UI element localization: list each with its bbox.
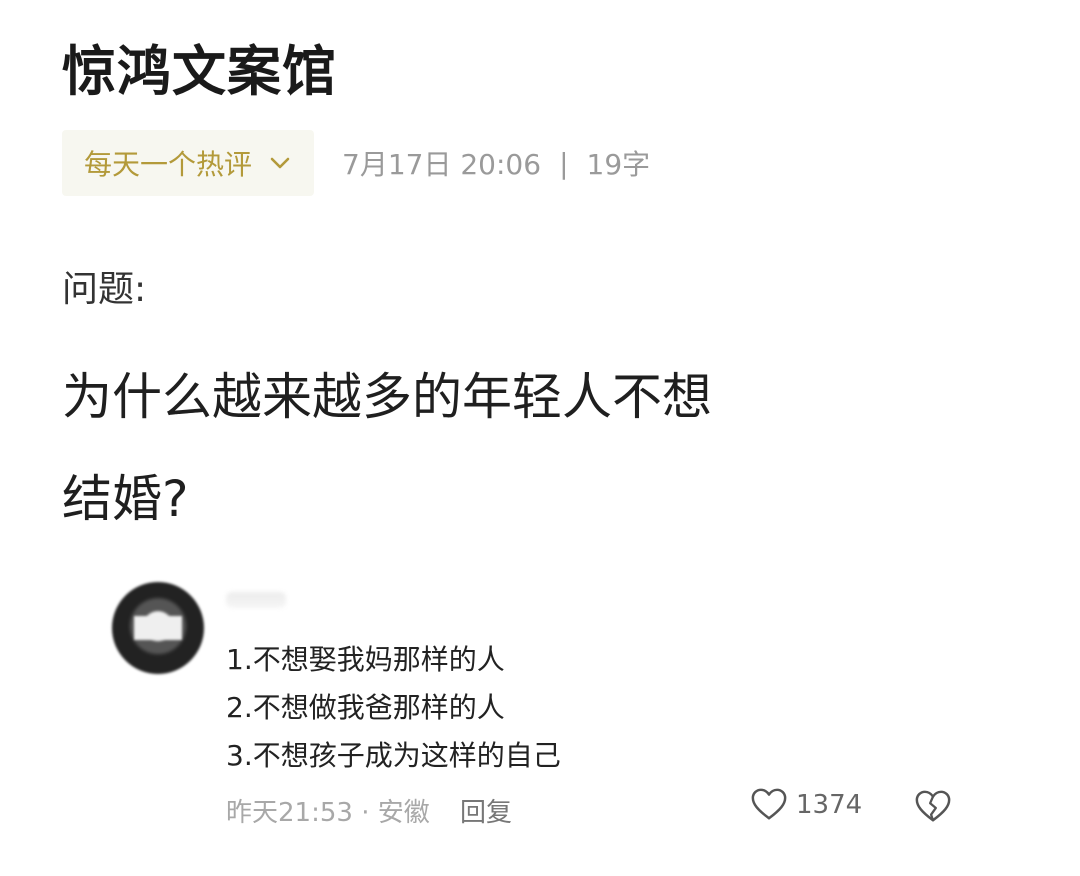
blurred-username[interactable] (226, 592, 286, 608)
comment-footer: 昨天21:53 · 安徽 回复 1374 (226, 786, 986, 830)
chevron-down-icon (270, 157, 290, 169)
post-info: 7月17日 20:06 | 19字 (342, 143, 650, 183)
reply-button[interactable]: 回复 (460, 792, 512, 829)
comment-line: 2.不想做我爸那样的人 (226, 691, 505, 724)
page-title: 惊鸿文案馆 (62, 40, 337, 103)
like-button[interactable]: 1374 (750, 786, 862, 824)
question-text: 为什么越来越多的年轻人不想 结婚? (62, 346, 862, 550)
like-count: 1374 (796, 790, 863, 820)
post-meta: 每天一个热评 7月17日 20:06 | 19字 (62, 130, 650, 196)
comment-line: 1.不想娶我妈那样的人 (226, 643, 505, 676)
comment-body: 1.不想娶我妈那样的人 2.不想做我爸那样的人 3.不想孩子成为这样的自己 (226, 636, 561, 780)
comment-card: 1.不想娶我妈那样的人 2.不想做我爸那样的人 3.不想孩子成为这样的自己 昨天… (112, 582, 992, 842)
question-label: 问题: (62, 269, 147, 310)
collection-label: 每天一个热评 (84, 148, 253, 181)
post-date: 7月17日 20:06 (342, 148, 542, 181)
avatar[interactable] (112, 582, 204, 674)
question-line: 结婚? (62, 470, 189, 528)
comment-line: 3.不想孩子成为这样的自己 (226, 739, 561, 772)
question-line: 为什么越来越多的年轻人不想 (62, 368, 712, 426)
broken-heart-icon[interactable] (914, 788, 952, 826)
heart-icon (751, 788, 787, 820)
meta-separator: | (559, 146, 569, 180)
comment-time-location: 昨天21:53 · 安徽 (226, 798, 430, 828)
collection-selector[interactable]: 每天一个热评 (62, 130, 315, 196)
word-count: 19字 (586, 148, 651, 181)
